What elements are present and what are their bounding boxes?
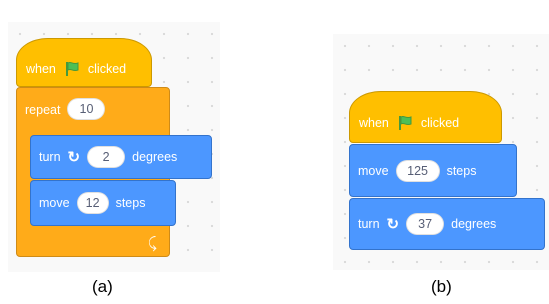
turn-degrees-input[interactable]: 2 <box>87 146 126 168</box>
turn-degrees-input[interactable]: 37 <box>406 213 445 235</box>
when-label: when <box>359 116 389 130</box>
move-steps-block-a[interactable]: move 12 steps <box>30 180 176 226</box>
move-steps-block-b[interactable]: move 125 steps <box>349 144 517 197</box>
steps-label: steps <box>446 163 477 178</box>
turn-right-block-a[interactable]: turn ↻ 2 degrees <box>30 135 212 179</box>
steps-label: steps <box>115 196 146 210</box>
when-label: when <box>26 61 56 76</box>
rotate-clockwise-icon: ↻ <box>386 216 400 233</box>
turn-label: turn <box>358 217 380 231</box>
rotate-clockwise-icon: ↻ <box>67 149 81 166</box>
move-label: move <box>39 196 70 210</box>
when-flag-clicked-block-a[interactable]: when clicked <box>16 38 152 87</box>
cropped-header-text <box>0 0 549 22</box>
loop-arrow-icon: ⤸ <box>147 235 157 252</box>
move-steps-input[interactable]: 12 <box>76 192 109 214</box>
degrees-label: degrees <box>451 217 497 231</box>
degrees-label: degrees <box>132 150 178 164</box>
move-label: move <box>358 163 389 178</box>
clicked-label: clicked <box>87 61 127 76</box>
caption-a: (a) <box>92 277 113 296</box>
when-flag-clicked-block-b[interactable]: when clicked <box>349 91 502 143</box>
green-flag-icon <box>398 115 412 130</box>
clicked-label: clicked <box>420 116 460 130</box>
repeat-label: repeat <box>25 103 61 117</box>
turn-right-block-b[interactable]: turn ↻ 37 degrees <box>349 198 545 250</box>
repeat-count-input[interactable]: 10 <box>67 98 106 120</box>
green-flag-icon <box>65 61 79 76</box>
move-steps-input[interactable]: 125 <box>395 159 440 182</box>
caption-b: (b) <box>431 277 452 296</box>
turn-label: turn <box>39 150 61 164</box>
